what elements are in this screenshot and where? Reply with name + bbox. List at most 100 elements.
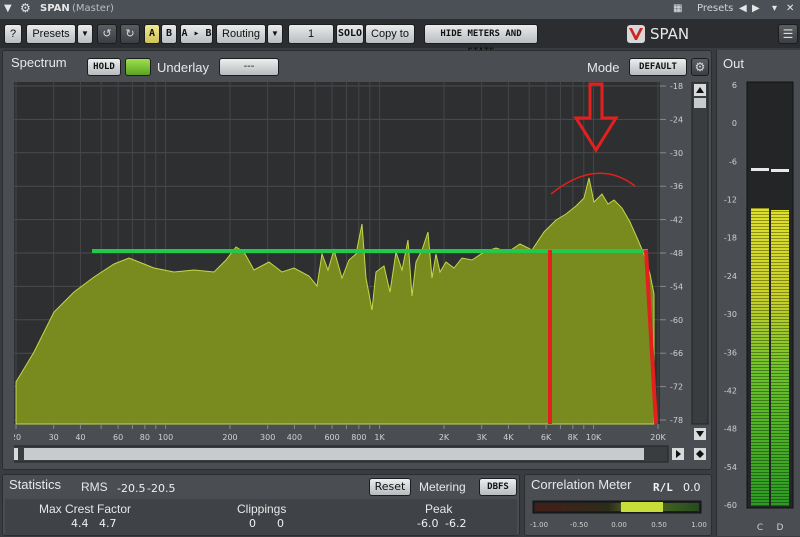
db-tick-label: -36 bbox=[670, 182, 683, 191]
clippings-label: Clippings bbox=[237, 502, 287, 516]
presets-dropdown-icon[interactable]: ▼ bbox=[77, 24, 93, 44]
help-button[interactable]: ? bbox=[4, 24, 22, 44]
horizontal-scroll-thumb[interactable] bbox=[24, 448, 644, 460]
next-preset-arrow-icon[interactable]: ▶ bbox=[752, 3, 760, 14]
clippings-value-left: 0 bbox=[249, 517, 256, 530]
routing-dropdown-icon[interactable]: ▼ bbox=[267, 24, 283, 44]
grid-icon[interactable]: ▦ bbox=[673, 3, 682, 14]
db-tick-label: -18 bbox=[670, 82, 683, 91]
window-context: (Master) bbox=[72, 3, 114, 14]
window-presets-label[interactable]: Presets bbox=[697, 3, 733, 14]
channel-label-left: C bbox=[757, 523, 763, 533]
max-crest-label: Max Crest Factor bbox=[39, 502, 132, 516]
out-scale-label: -36 bbox=[724, 348, 737, 357]
rms-label: RMS bbox=[81, 480, 108, 494]
hold-indicator[interactable] bbox=[125, 58, 151, 76]
mode-select[interactable]: DEFAULT bbox=[629, 58, 687, 76]
channel-field[interactable]: 1 bbox=[288, 24, 334, 44]
scroll-left-arrow-icon[interactable] bbox=[14, 448, 18, 460]
freq-tick-label: 20 bbox=[14, 433, 21, 442]
hold-button[interactable]: HOLD bbox=[87, 58, 121, 76]
db-tick-label: -24 bbox=[670, 115, 683, 124]
channel-label-right: D bbox=[777, 523, 784, 533]
freq-tick-label: 60 bbox=[113, 433, 123, 442]
db-tick-label: -66 bbox=[670, 349, 683, 358]
freq-tick-label: 20K bbox=[650, 433, 666, 442]
out-scale-label: 0 bbox=[732, 119, 737, 128]
correlation-title: Correlation Meter bbox=[531, 477, 632, 492]
rms-value-right: -20.5 bbox=[147, 482, 176, 495]
copy-to-button[interactable]: Copy to bbox=[365, 24, 415, 44]
freq-tick-label: 80 bbox=[140, 433, 150, 442]
freq-tick-label: 300 bbox=[260, 433, 275, 442]
spectrum-title: Spectrum bbox=[11, 55, 67, 70]
metering-label: Metering bbox=[419, 480, 466, 494]
correlation-indicator bbox=[621, 502, 663, 512]
hide-meters-button[interactable]: HIDE METERS AND STATS bbox=[424, 24, 538, 57]
out-scale-label: -30 bbox=[724, 310, 737, 319]
underlay-select[interactable]: --- bbox=[219, 58, 279, 76]
menu-icon[interactable]: ☰ bbox=[778, 24, 798, 44]
collapse-arrow-icon[interactable]: ▼ bbox=[4, 3, 12, 14]
peak-value-right: -6.2 bbox=[445, 517, 467, 530]
title-bar: ▼ ⚙ SPAN (Master) ▦ Presets ◀ ▶ ▾ ✕ bbox=[0, 0, 800, 20]
db-tick-label: -54 bbox=[670, 282, 683, 291]
mode-settings-gear-icon[interactable]: ⚙ bbox=[691, 58, 709, 76]
out-scale-label: -24 bbox=[724, 272, 737, 281]
brand-name: SPAN bbox=[650, 25, 690, 43]
output-meter: 6 0 -6 -12 -18 -24 -30 -36 -42 -48 -54 -60 C D bbox=[724, 81, 794, 533]
out-scale-label: -6 bbox=[729, 157, 737, 166]
close-icon[interactable]: ✕ bbox=[786, 3, 794, 14]
redo-icon[interactable]: ↻ bbox=[120, 24, 140, 44]
vertical-scroll-thumb[interactable] bbox=[694, 98, 706, 108]
freq-tick-label: 8K bbox=[568, 433, 579, 442]
presets-button[interactable]: Presets bbox=[26, 24, 76, 44]
freq-tick-label: 100 bbox=[158, 433, 173, 442]
freq-tick-label: 10K bbox=[586, 433, 602, 442]
mode-label: Mode bbox=[587, 60, 620, 75]
solo-button[interactable]: SOLO bbox=[336, 24, 364, 44]
out-scale-label: -12 bbox=[724, 196, 737, 205]
reset-button[interactable]: Reset bbox=[369, 478, 411, 496]
meter-segments-right bbox=[771, 210, 789, 506]
correlation-scale-label: 0.00 bbox=[611, 521, 627, 529]
freq-tick-label: 40 bbox=[75, 433, 85, 442]
correlation-scale-label: -0.50 bbox=[570, 521, 588, 529]
spectrum-graph[interactable]: -18 -24 -30 -36 -42 -48 -54 -60 -66 -72 -78 20 30 40… bbox=[14, 82, 714, 468]
freq-tick-label: 6K bbox=[541, 433, 552, 442]
correlation-scale-label: 1.00 bbox=[691, 521, 707, 529]
correlation-gradient bbox=[535, 503, 699, 511]
correlation-scale-label: 0.50 bbox=[651, 521, 667, 529]
window-app-name: SPAN bbox=[40, 3, 70, 14]
rms-value-left: -20.5 bbox=[117, 482, 146, 495]
db-tick-label: -48 bbox=[670, 249, 683, 258]
freq-tick-label: 30 bbox=[49, 433, 59, 442]
freq-tick-label: 1K bbox=[374, 433, 385, 442]
correlation-meter: -1.00 -0.50 0.00 0.50 1.00 bbox=[530, 500, 707, 529]
routing-button[interactable]: Routing bbox=[216, 24, 266, 44]
out-scale-label: -60 bbox=[724, 501, 737, 510]
peak-hold-left bbox=[751, 168, 769, 171]
vertical-scrollbar[interactable] bbox=[691, 82, 709, 425]
db-tick-label: -72 bbox=[670, 383, 683, 392]
rl-value: 0.0 bbox=[683, 481, 701, 494]
b-button[interactable]: B bbox=[161, 24, 177, 44]
correlation-scale: -1.00 -0.50 0.00 0.50 1.00 bbox=[530, 521, 707, 529]
frequency-scale: 20 30 40 60 80 100 200 300 400 600 800 1K 2K 3K 4K 6K 8K… bbox=[14, 424, 666, 442]
peak-label: Peak bbox=[425, 502, 453, 516]
undo-icon[interactable]: ↺ bbox=[97, 24, 117, 44]
metering-select[interactable]: DBFS bbox=[479, 478, 517, 496]
a-to-b-button[interactable]: A ▸ B bbox=[180, 24, 213, 44]
out-scale-label: -54 bbox=[724, 463, 737, 472]
prev-preset-arrow-icon[interactable]: ◀ bbox=[739, 3, 747, 14]
freq-tick-label: 600 bbox=[324, 433, 339, 442]
freq-tick-label: 200 bbox=[222, 433, 237, 442]
window-menu-icon[interactable]: ▾ bbox=[772, 3, 777, 14]
out-scale: 6 0 -6 -12 -18 -24 -30 -36 -42 -48 -54 -60 bbox=[724, 81, 737, 510]
out-panel: Out 6 0 -6 -12 -18 -24 -30 -36 -42 -48 -54 -60 C D bbox=[716, 50, 800, 536]
out-scale-label: -18 bbox=[724, 234, 737, 243]
a-button[interactable]: A bbox=[144, 24, 160, 44]
out-scale-label: -42 bbox=[724, 386, 737, 395]
freq-tick-label: 800 bbox=[351, 433, 366, 442]
gear-icon[interactable]: ⚙ bbox=[20, 1, 31, 15]
